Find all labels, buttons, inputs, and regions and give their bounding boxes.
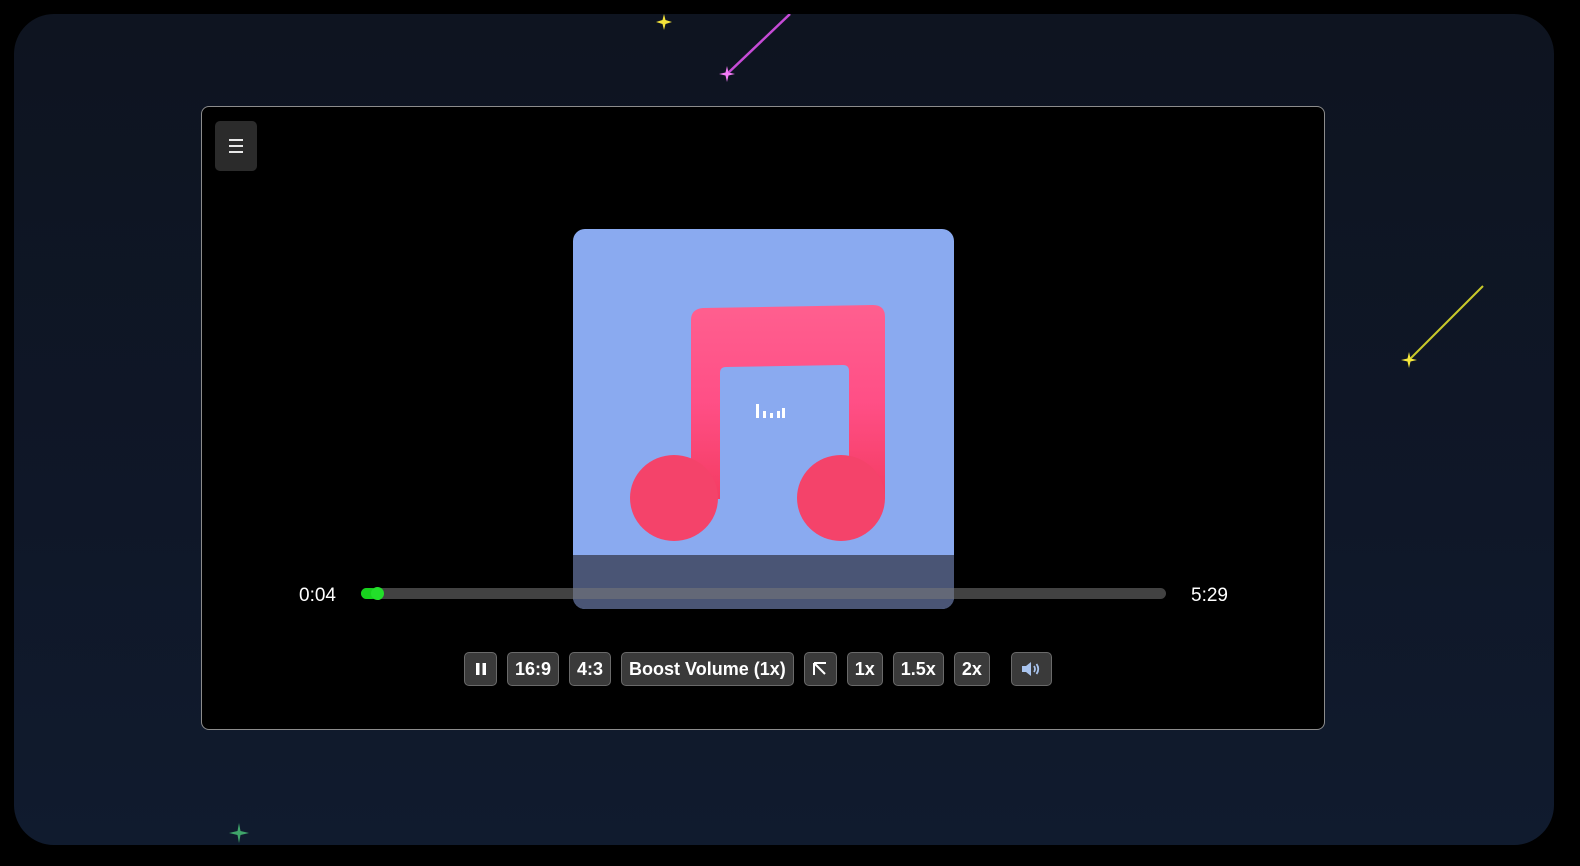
speed-1-5x-button[interactable]: 1.5x (892, 652, 944, 686)
boost-volume-button[interactable]: Boost Volume (1x) (621, 652, 794, 686)
aspect-4-3-button[interactable]: 4:3 (569, 652, 612, 686)
shooting-star-icon (1401, 285, 1484, 368)
arrow-up-left-icon (813, 662, 827, 675)
pip-button[interactable] (803, 652, 837, 686)
volume-button[interactable] (1010, 652, 1052, 686)
speed-1x-button[interactable]: 1x (846, 652, 883, 686)
aspect-16-9-button[interactable]: 16:9 (507, 652, 560, 686)
media-player: 0:04 5:29 16:9 4:3 Boost Volume (1x) 1x … (201, 106, 1325, 730)
control-bar: 16:9 4:3 Boost Volume (1x) 1x 1.5x 2x (464, 652, 1052, 686)
equalizer-bars-icon (756, 404, 785, 418)
pause-icon (475, 663, 486, 675)
speaker-icon (1022, 662, 1040, 676)
app-background: 0:04 5:29 16:9 4:3 Boost Volume (1x) 1x … (14, 14, 1554, 845)
total-time: 5:29 (1191, 585, 1228, 606)
hamburger-menu-icon (229, 137, 243, 155)
sparkle-icon (229, 823, 249, 843)
shooting-star-icon (719, 14, 791, 82)
current-time: 0:04 (299, 585, 336, 606)
progress-knob[interactable] (371, 587, 385, 600)
sparkle-icon (656, 14, 672, 30)
progress-bar[interactable] (361, 587, 1166, 600)
pause-button[interactable] (464, 652, 497, 686)
album-artwork (573, 229, 954, 609)
music-note-icon (630, 305, 885, 541)
menu-button[interactable] (215, 121, 257, 171)
speed-2x-button[interactable]: 2x (953, 652, 990, 686)
artwork-shade (573, 555, 954, 609)
